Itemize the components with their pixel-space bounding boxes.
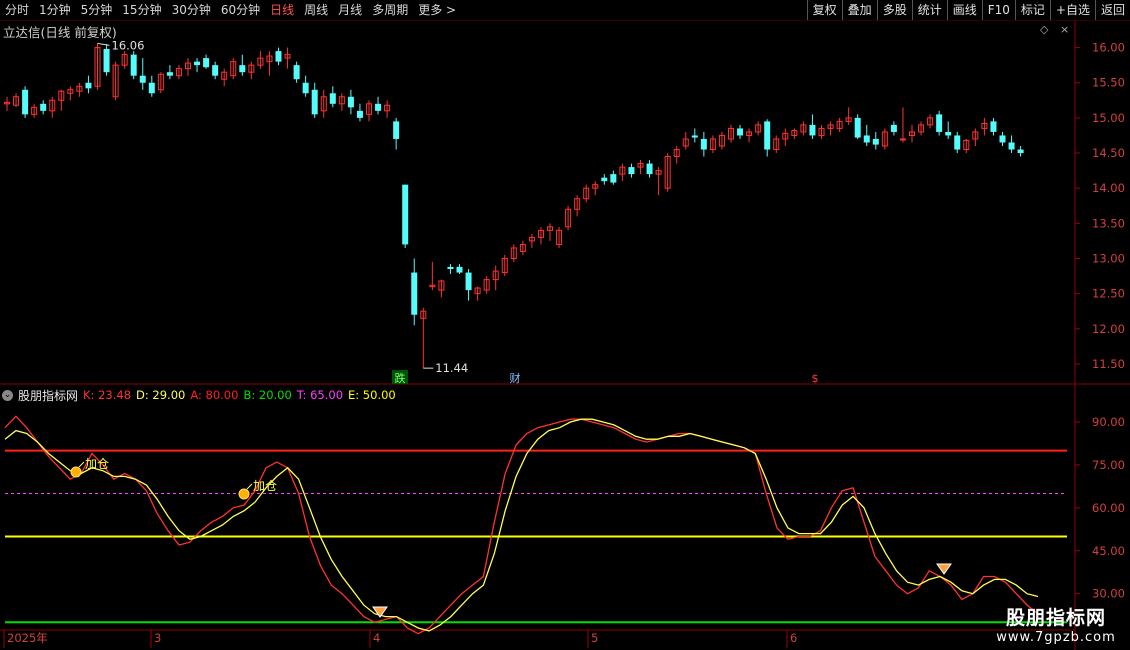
ind-y-tick-label: 75.00 [1092,458,1125,472]
candle-body [293,65,300,80]
candle-body [628,167,635,175]
date-label: 4 [373,631,380,645]
y-tick-label: 13.00 [1092,251,1125,265]
a-value: A: 80.00 [190,388,239,402]
candle-body [302,82,309,94]
indicator-legend: ⌄ 股朋指标网 K: 23.48 D: 29.00 A: 80.00 B: 20… [2,387,401,403]
candle-body [465,272,472,291]
y-tick-label: 15.50 [1092,76,1125,90]
candle-body [356,110,363,118]
sell-marker [372,606,388,618]
candle-body [212,65,219,76]
candle-body [203,58,210,68]
t-value: T: 65.00 [296,388,344,402]
date-label: 5 [591,631,598,645]
ind-y-tick-label: 60.00 [1092,501,1125,515]
ind-y-tick-label: 90.00 [1092,415,1125,429]
candle-body [936,114,943,132]
signal-label: 加仓 [253,479,277,493]
candle-body [872,138,879,145]
candle-body [239,65,246,73]
high-arrow [97,42,110,46]
candle-body [139,75,146,83]
candle-body [329,93,336,104]
y-tick-label: 16.00 [1092,41,1125,55]
low-label: 11.44 [435,361,468,375]
candle-body [764,121,771,150]
candle-body [375,103,382,111]
candle-body [700,138,707,150]
marker-fall: 跌 [395,371,406,385]
candle-body [85,82,92,89]
date-label: 3 [154,631,161,645]
candle-body [737,128,744,136]
candle-body [691,135,698,138]
candle-body [130,54,137,76]
candle-body [148,82,155,94]
candle-body [954,135,961,150]
date-label: 2025年 [7,631,48,645]
y-tick-label: 11.50 [1092,357,1125,371]
candle-body [1017,149,1024,154]
ind-y-tick-label: 45.00 [1092,544,1125,558]
sell-marker [936,563,952,575]
y-tick-label: 12.50 [1092,287,1125,301]
y-tick-label: 15.00 [1092,111,1125,125]
candle-body [275,51,282,62]
logo-name: 股朋指标网 [1005,607,1106,629]
e-value: E: 50.00 [348,388,396,402]
y-tick-label: 14.50 [1092,146,1125,160]
chart-canvas[interactable]: 11.50 12.00 12.50 13.00 13.50 14.00 14.50 15.00… [0,0,1130,650]
y-tick-label: 13.50 [1092,216,1125,230]
candle-body [194,61,201,66]
candle-body [945,131,952,136]
signal-pointer [246,483,253,490]
candle-body [1008,142,1015,150]
candle-body [40,103,47,111]
candle-body [601,177,608,182]
series-K [4,415,1039,635]
k-value: K: 23.48 [83,388,132,402]
candle-body [22,89,29,115]
d-value: D: 29.00 [136,388,186,402]
candle-body [999,135,1006,143]
signal-pointer [78,461,85,468]
candle-body [402,184,409,245]
high-label: 16.06 [112,38,145,52]
candle-body [347,96,354,108]
b-value: B: 20.00 [243,388,292,402]
candle-body [456,266,463,273]
candle-body [311,89,318,115]
signal-dot [70,466,82,478]
candle-body [646,163,653,175]
logo-url: www.7gpzb.com [996,630,1116,645]
candle-body [809,124,816,136]
watermark-logo: 股朋指标网 www.7gpzb.com [986,603,1126,647]
candle-body [103,48,110,73]
chevron-down-icon[interactable]: ⌄ [2,389,13,401]
ind-y-tick-label: 30.00 [1092,587,1125,601]
signal-label: 加仓 [85,457,109,471]
indicator-name[interactable]: 股朋指标网 [18,387,78,404]
signal-dot [238,488,250,500]
marker-finance: 财 [510,371,521,385]
candle-body [393,121,400,139]
candle-body [166,72,173,76]
candle-body [854,117,861,138]
candle-body [411,272,418,315]
candle-body [899,138,906,141]
date-label: 6 [790,631,797,645]
marker-dividend: $ [812,372,819,385]
candle-body [863,135,870,143]
y-tick-label: 12.00 [1092,322,1125,336]
y-tick-label: 14.00 [1092,181,1125,195]
candle-body [990,121,997,132]
candle-body [447,266,454,270]
candle-body [610,174,617,183]
candle-body [890,124,897,132]
